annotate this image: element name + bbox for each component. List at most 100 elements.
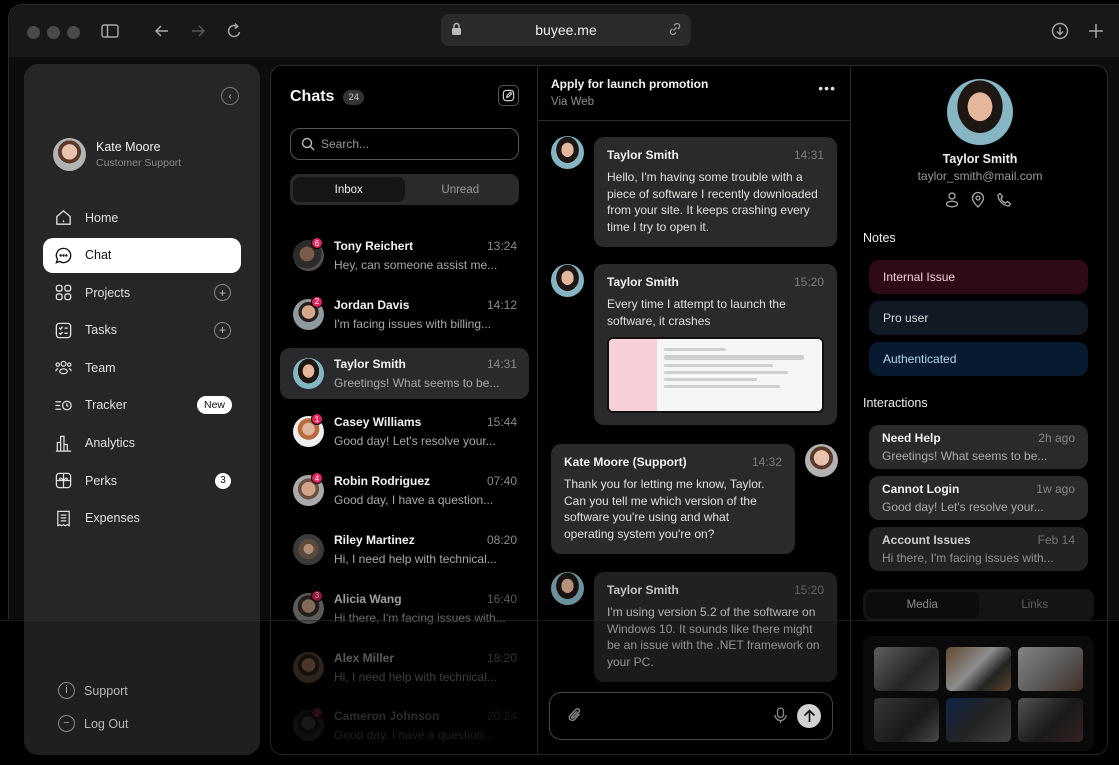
tab-media[interactable]: Media bbox=[866, 592, 979, 618]
reload-icon[interactable] bbox=[222, 19, 246, 43]
note-tag-pro-user[interactable]: Pro user bbox=[869, 301, 1088, 335]
receipt-icon bbox=[53, 508, 73, 528]
contact-actions bbox=[944, 190, 1012, 208]
more-horizontal-icon[interactable]: ••• bbox=[818, 80, 836, 96]
note-tag-internal-issue[interactable]: Internal Issue bbox=[869, 260, 1088, 294]
message-sender: Taylor Smith bbox=[607, 583, 679, 597]
interaction-item[interactable]: Account Issues Feb 14 Hi there, I'm facin… bbox=[869, 527, 1088, 571]
media-thumbnail[interactable] bbox=[874, 647, 939, 691]
conversation-header: Apply for launch promotion Via Web ••• bbox=[538, 66, 850, 121]
message-text: I'm using version 5.2 of the software on… bbox=[607, 605, 820, 669]
message-time: 16:40 bbox=[486, 591, 517, 606]
media-thumbnail[interactable] bbox=[1018, 647, 1083, 691]
search-box[interactable] bbox=[290, 128, 519, 160]
nav-item-home[interactable]: Home bbox=[43, 200, 241, 235]
chat-list-item[interactable]: 4 Robin Rodriguez 07:40 Good day, I have … bbox=[280, 465, 529, 516]
user-role: Customer Support bbox=[96, 157, 182, 169]
avatar bbox=[551, 136, 584, 169]
nav-item-projects[interactable]: Projects + bbox=[43, 275, 241, 310]
send-button[interactable] bbox=[797, 704, 821, 728]
contact-name: Robin Rodriguez bbox=[334, 474, 430, 489]
location-pin-icon[interactable] bbox=[970, 190, 986, 208]
add-project-button[interactable]: + bbox=[214, 284, 231, 302]
paperclip-icon[interactable] bbox=[567, 706, 583, 729]
back-arrow-icon[interactable] bbox=[150, 19, 174, 43]
search-input[interactable] bbox=[321, 137, 501, 151]
nav-item-perks[interactable]: Perks 3 bbox=[43, 463, 241, 498]
note-tag-authenticated[interactable]: Authenticated bbox=[869, 342, 1088, 376]
forward-arrow-icon[interactable] bbox=[186, 19, 210, 43]
chats-count-badge: 24 bbox=[343, 89, 365, 105]
nav-item-expenses[interactable]: Expenses bbox=[43, 501, 241, 536]
window-maximize-button[interactable] bbox=[67, 26, 80, 39]
download-icon[interactable] bbox=[1048, 19, 1072, 43]
media-thumbnail[interactable] bbox=[946, 698, 1011, 742]
address-bar[interactable]: buyee.me bbox=[441, 14, 691, 46]
nav-item-team[interactable]: Team bbox=[43, 350, 241, 385]
contact-name: Jordan Davis bbox=[334, 297, 410, 312]
avatar bbox=[53, 138, 86, 171]
contact-name: Riley Martinez bbox=[334, 532, 415, 547]
add-task-button[interactable]: + bbox=[214, 321, 231, 339]
interaction-item[interactable]: Need Help 2h ago Greetings! What seems to… bbox=[869, 425, 1088, 469]
interaction-time: 1w ago bbox=[1036, 482, 1075, 496]
screenshot-image-attachment[interactable] bbox=[607, 337, 824, 413]
grid-icon bbox=[53, 283, 73, 303]
link-icon[interactable] bbox=[667, 21, 683, 40]
nav-label: Perks bbox=[85, 473, 117, 488]
chat-list-item-active[interactable]: Taylor Smith 14:31 Greetings! What seems … bbox=[280, 347, 529, 399]
main-nav: Home Chat Projects + Tasks + Team Tracke… bbox=[43, 200, 241, 538]
window-close-button[interactable] bbox=[27, 26, 40, 39]
nav-item-analytics[interactable]: Analytics bbox=[43, 426, 241, 461]
unread-badge: 2 bbox=[311, 295, 323, 308]
chat-list-item[interactable]: 3 Alicia Wang 16:40 Hi there, I'm facing … bbox=[280, 583, 529, 634]
support-link[interactable]: i Support bbox=[58, 674, 128, 707]
media-thumbnail[interactable] bbox=[946, 647, 1011, 691]
user-icon[interactable] bbox=[944, 190, 960, 208]
chat-list-item[interactable]: Alex Miller 18:20 Hi, I need help with te… bbox=[280, 642, 529, 693]
avatar bbox=[293, 357, 324, 389]
chat-list-item[interactable]: Riley Martinez 08:20 Hi, I need help with… bbox=[280, 524, 529, 575]
chat-list-item[interactable]: 2 Cameron Johnson 20:24 Good day, I have … bbox=[280, 700, 529, 751]
chat-list-item[interactable]: 2 Jordan Davis 14:12 I'm facing issues wi… bbox=[280, 289, 529, 340]
message-input[interactable] bbox=[594, 707, 764, 721]
nav-item-tracker[interactable]: Tracker New bbox=[43, 388, 241, 423]
media-thumbnail[interactable] bbox=[1018, 698, 1083, 742]
tab-links[interactable]: Links bbox=[979, 592, 1092, 618]
compose-button[interactable] bbox=[498, 85, 519, 106]
phone-icon[interactable] bbox=[996, 190, 1012, 208]
chat-list-item[interactable]: 6 Tony Reichert 13:24 Hey, can someone as… bbox=[280, 230, 529, 281]
contact-name: Alicia Wang bbox=[334, 591, 402, 606]
interaction-time: 2h ago bbox=[1038, 431, 1075, 445]
logout-label: Log Out bbox=[84, 716, 129, 731]
tab-inbox[interactable]: Inbox bbox=[293, 177, 405, 202]
microphone-icon[interactable] bbox=[774, 707, 787, 729]
attachment-content-preview bbox=[657, 339, 822, 411]
media-thumbnail[interactable] bbox=[874, 698, 939, 742]
collapse-sidebar-button[interactable]: ‹ bbox=[221, 87, 239, 105]
inbox-filter-tabs: Inbox Unread bbox=[290, 174, 519, 205]
message-sender: Taylor Smith bbox=[607, 275, 679, 289]
message-bubble: Taylor Smith 15:20 I'm using version 5.2 … bbox=[594, 572, 837, 682]
unread-badge: 6 bbox=[311, 237, 323, 249]
chevron-left-icon: ‹ bbox=[228, 90, 232, 102]
sidebar-toggle-icon[interactable] bbox=[98, 19, 122, 43]
window-minimize-button[interactable] bbox=[47, 26, 60, 39]
interaction-item[interactable]: Cannot Login 1w ago Good day! Let's resol… bbox=[869, 476, 1088, 520]
nav-item-chat[interactable]: Chat bbox=[43, 237, 241, 273]
support-label: Support bbox=[84, 683, 128, 698]
url-text: buyee.me bbox=[535, 22, 597, 38]
logout-link[interactable]: − Log Out bbox=[58, 707, 128, 740]
current-user-profile[interactable]: Kate Moore Customer Support bbox=[53, 138, 181, 171]
message-time: 14:31 bbox=[793, 148, 824, 162]
message-time: 20:24 bbox=[486, 709, 517, 724]
chat-list-item[interactable]: 1 Casey Williams 15:44 Good day! Let's re… bbox=[280, 406, 529, 457]
conversation-column: Apply for launch promotion Via Web ••• T… bbox=[538, 66, 851, 754]
contact-name: Cameron Johnson bbox=[334, 709, 440, 724]
contact-email[interactable]: taylor_smith@mail.com bbox=[851, 169, 1107, 183]
message-preview: Hi there, I'm facing issues with... bbox=[334, 610, 506, 625]
message-sender: Taylor Smith bbox=[607, 148, 679, 162]
nav-item-tasks[interactable]: Tasks + bbox=[43, 313, 241, 348]
new-tab-plus-icon[interactable] bbox=[1084, 19, 1108, 43]
tab-unread[interactable]: Unread bbox=[405, 177, 517, 202]
